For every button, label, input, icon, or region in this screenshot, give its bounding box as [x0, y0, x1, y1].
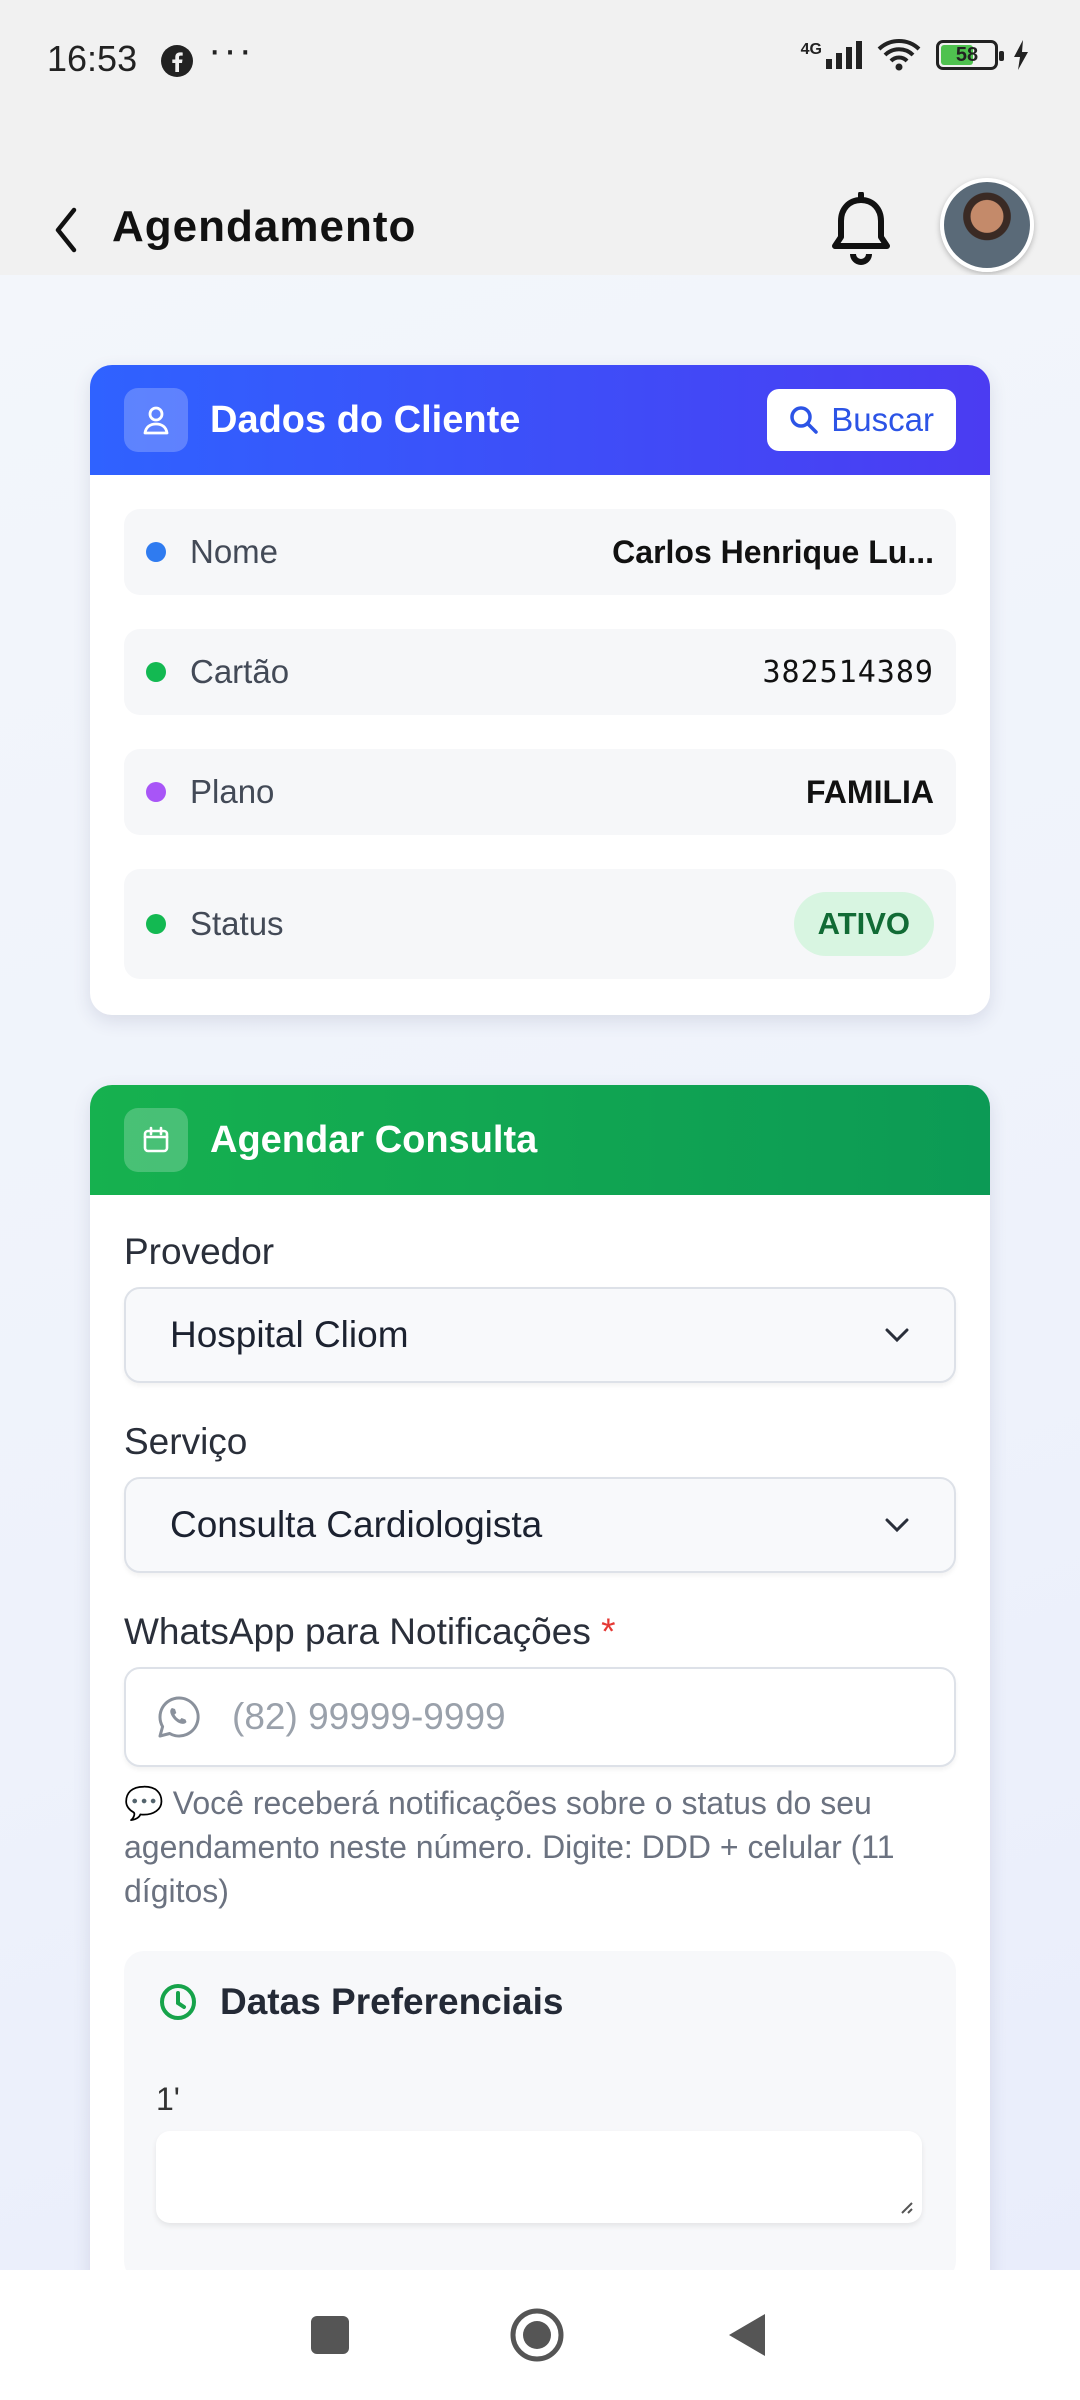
client-card-header: Dados do Cliente Buscar: [90, 365, 990, 475]
client-name-row: Nome Carlos Henrique Lu...: [124, 509, 956, 595]
chevron-down-icon: [885, 1518, 909, 1533]
main-content: Dados do Cliente Buscar Nome Carlos Henr…: [0, 275, 1080, 2270]
user-icon: [124, 388, 188, 452]
battery-level: 58: [955, 43, 979, 66]
row-label: Status: [190, 905, 284, 942]
search-icon: [790, 406, 819, 434]
network-type: 4G: [800, 41, 822, 58]
recents-button[interactable]: [311, 2316, 349, 2354]
wifi-icon: [877, 39, 921, 71]
back-button[interactable]: [46, 200, 86, 260]
preferred-dates-section: Datas Preferenciais 1': [124, 1951, 956, 2270]
status-dot: [146, 914, 166, 934]
whatsapp-input-wrapper[interactable]: [124, 1667, 956, 1767]
status-dot: [146, 542, 166, 562]
service-select[interactable]: Consulta Cardiologista: [124, 1477, 956, 1573]
client-name-value: Carlos Henrique Lu...: [612, 533, 934, 570]
status-time: 16:53: [47, 38, 138, 79]
service-label: Serviço: [124, 1421, 248, 1462]
whatsapp-label: WhatsApp para Notificações *: [124, 1611, 956, 1653]
facebook-icon: [161, 45, 193, 77]
resize-handle-icon: [901, 2202, 913, 2214]
search-client-label: Buscar: [831, 401, 934, 438]
client-data-card: Dados do Cliente Buscar Nome Carlos Henr…: [90, 365, 990, 1015]
schedule-card: Agendar Consulta Provedor Hospital Cliom…: [90, 1085, 990, 2270]
calendar-icon: [124, 1108, 188, 1172]
provider-label: Provedor: [124, 1231, 275, 1272]
battery-icon: 58: [936, 40, 1004, 70]
status-bar: 16:53 ··· 4G 58: [0, 0, 1080, 120]
date-field-label: 1': [156, 2081, 180, 2117]
status-badge: ATIVO: [793, 892, 934, 956]
status-dot: [146, 782, 166, 802]
client-status-row: Status ATIVO: [124, 869, 956, 979]
avatar[interactable]: [940, 178, 1034, 272]
row-label: Cartão: [190, 653, 290, 690]
client-card-title: Dados do Cliente: [210, 398, 521, 441]
page-title: Agendamento: [112, 202, 417, 251]
row-label: Plano: [190, 773, 275, 810]
clock-icon: [160, 1984, 196, 2020]
client-plan-row: Plano FAMILIA: [124, 749, 956, 835]
schedule-card-title: Agendar Consulta: [210, 1118, 538, 1161]
required-marker: *: [601, 1611, 616, 1652]
whatsapp-label-text: WhatsApp para Notificações: [124, 1611, 591, 1652]
whatsapp-hint: 💬 Você receberá notificações sobre o sta…: [124, 1785, 895, 1909]
search-client-button[interactable]: Buscar: [767, 389, 956, 451]
client-card-number-value: 382514389: [762, 654, 934, 690]
back-system-button[interactable]: [725, 2310, 769, 2360]
preferred-dates-header: Datas Preferenciais: [158, 1981, 563, 2023]
status-indicators: 4G 58: [801, 38, 1030, 72]
more-notifications-icon: ···: [208, 28, 254, 72]
system-navigation-bar: [0, 2270, 1080, 2400]
row-label: Nome: [190, 533, 279, 570]
provider-selected-value: Hospital Cliom: [170, 1314, 409, 1355]
provider-select[interactable]: Hospital Cliom: [124, 1287, 956, 1383]
status-dot: [146, 662, 166, 682]
home-button[interactable]: [509, 2307, 565, 2363]
whatsapp-icon: [158, 1696, 200, 1738]
date-input[interactable]: [156, 2131, 922, 2223]
client-plan-value: FAMILIA: [806, 773, 934, 810]
client-card-number-row: Cartão 382514389: [124, 629, 956, 715]
whatsapp-input[interactable]: [232, 1696, 832, 1738]
notification-bell-icon[interactable]: [828, 192, 894, 272]
charging-icon: [1014, 40, 1028, 70]
app-header: Agendamento: [0, 120, 1080, 275]
preferred-dates-title: Datas Preferenciais: [220, 1981, 564, 2022]
signal-icon: 4G: [801, 41, 862, 69]
schedule-card-header: Agendar Consulta: [90, 1085, 990, 1195]
chevron-down-icon: [885, 1328, 909, 1343]
service-selected-value: Consulta Cardiologista: [170, 1504, 543, 1545]
